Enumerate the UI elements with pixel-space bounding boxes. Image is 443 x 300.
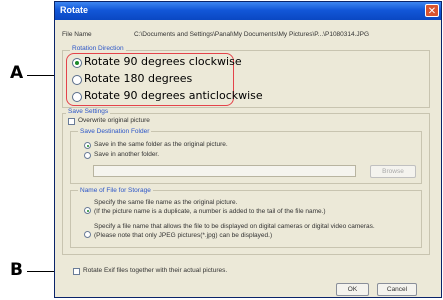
cancel-button[interactable]: Cancel — [377, 283, 417, 296]
ok-button[interactable]: OK — [336, 283, 369, 296]
overwrite-checkbox[interactable] — [68, 118, 75, 125]
same-file-name-line1[interactable]: Specify the same file name as the origin… — [94, 199, 237, 206]
same-file-name-radio[interactable] — [84, 207, 91, 214]
another-folder-radio[interactable] — [84, 152, 91, 159]
title-bar[interactable]: Rotate ✕ — [55, 2, 441, 20]
exif-checkbox[interactable] — [73, 268, 80, 275]
rotate-90-ccw-radio[interactable] — [72, 92, 82, 102]
same-folder-label[interactable]: Save in the same folder as the original … — [94, 141, 228, 148]
another-folder-label[interactable]: Save in another folder. — [94, 151, 159, 158]
destination-label: Save Destination Folder — [78, 128, 152, 135]
callout-a-label: A — [10, 63, 24, 83]
same-folder-radio[interactable] — [84, 142, 91, 149]
file-name-storage-label: Name of File for Storage — [78, 187, 153, 194]
overwrite-label[interactable]: Overwrite original picture — [78, 117, 150, 124]
window-title: Rotate — [60, 5, 89, 15]
rotate-180-radio[interactable] — [72, 75, 82, 85]
camera-file-name-line2: (Please note that only JPEG pictures(*.j… — [94, 232, 273, 239]
same-file-name-line2: (If the picture name is a duplicate, a n… — [94, 208, 326, 215]
close-button[interactable]: ✕ — [425, 4, 439, 17]
callout-b-label: B — [10, 260, 23, 280]
rotate-90-ccw-label[interactable]: Rotate 90 degrees anticlockwise — [84, 89, 263, 102]
rotate-180-label[interactable]: Rotate 180 degrees — [84, 72, 192, 85]
rotate-90-cw-label[interactable]: Rotate 90 degrees clockwise — [84, 55, 242, 68]
folder-path-input[interactable] — [93, 165, 356, 177]
rotate-90-cw-radio[interactable] — [72, 58, 82, 68]
file-name-label: File Name — [62, 31, 92, 38]
close-icon: ✕ — [427, 6, 437, 17]
rotation-direction-label: Rotation Direction — [70, 45, 126, 52]
browse-button[interactable]: Browse — [370, 165, 416, 178]
camera-file-name-line1[interactable]: Specify a file name that allows the file… — [94, 223, 375, 230]
save-settings-label: Save Settings — [66, 108, 111, 115]
file-name-value: C:\Documents and Settings\Panal\My Docum… — [134, 31, 370, 38]
camera-file-name-radio[interactable] — [84, 231, 91, 238]
exif-label[interactable]: Rotate Exif files together with their ac… — [83, 267, 227, 274]
